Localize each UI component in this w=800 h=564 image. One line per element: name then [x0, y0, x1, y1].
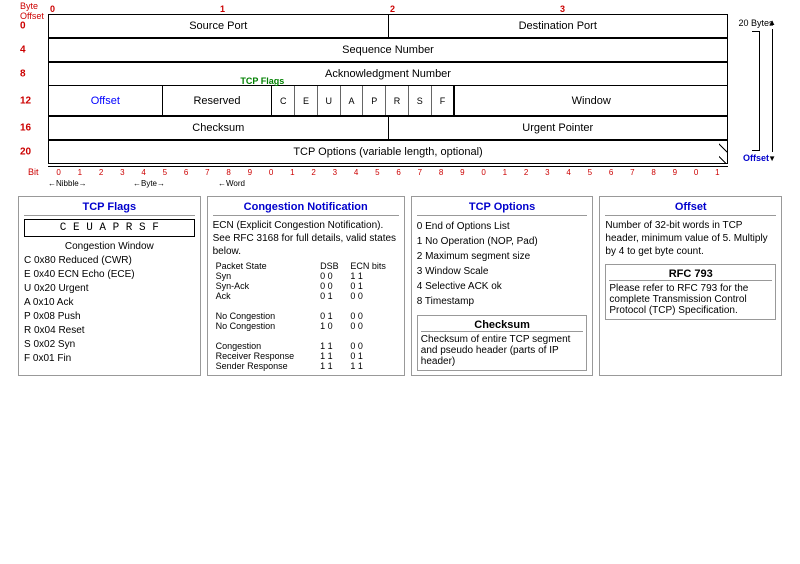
tcp-flags-panel: TCP Flags C E U A P R S F Congestion Win… — [18, 196, 201, 376]
rfc-title: RFC 793 — [609, 268, 772, 281]
checksum-cell: Checksum — [49, 117, 389, 139]
tcp-options-cell: TCP Options (variable length, optional) — [49, 141, 727, 163]
byte-offset-header: Byte Offset — [20, 2, 44, 22]
tcp-flags-display: C E U A P R S F — [24, 219, 195, 237]
tcp-flags-title: TCP Flags — [24, 201, 195, 216]
urgent-pointer-cell: Urgent Pointer — [389, 117, 728, 139]
checksum-sub-title: Checksum — [421, 319, 584, 332]
offset-8: 8 — [20, 69, 26, 80]
ack-number: Acknowledgment Number — [49, 63, 727, 85]
flags-list: C 0x80 Reduced (CWR) E 0x40 ECN Echo (EC… — [24, 254, 195, 366]
congestion-window-label: Congestion Window — [24, 241, 195, 252]
offset-20: 20 — [20, 147, 31, 158]
offset-16: 16 — [20, 123, 31, 134]
checksum-sub-desc: Checksum of entire TCP segment and pseud… — [421, 334, 584, 367]
col-0-label: 0 — [48, 4, 218, 14]
col-2-label: 2 — [388, 4, 558, 14]
flag-E: E — [295, 86, 318, 115]
congestion-panel: Congestion Notification ECN (Explicit Co… — [207, 196, 405, 376]
tcp-flags-diagram-label: TCP Flags — [240, 76, 284, 86]
flag-P: P — [363, 86, 386, 115]
nibble-byte-word-labels: ←Nibble→ ←Byte→ ←Word — [48, 178, 728, 188]
flag-A: A — [341, 86, 364, 115]
rfc-sub-panel: RFC 793 Please refer to RFC 793 for the … — [605, 264, 776, 320]
source-port: Source Port — [49, 15, 389, 37]
rfc-desc: Please refer to RFC 793 for the complete… — [609, 283, 772, 316]
congestion-title: Congestion Notification — [213, 201, 399, 216]
flag-S: S — [409, 86, 432, 115]
flag-R: R — [386, 86, 409, 115]
offset-panel-title: Offset — [605, 201, 776, 216]
checksum-sub-panel: Checksum Checksum of entire TCP segment … — [417, 315, 588, 371]
bit-offset-label: Bit — [28, 167, 39, 177]
congestion-table: Packet State DSB ECN bits Syn0 01 1 Syn-… — [213, 261, 399, 371]
tcp-options-title: TCP Options — [417, 201, 588, 216]
col-1-label: 1 — [218, 4, 388, 14]
col-3-label: 3 — [558, 4, 728, 14]
offset-panel: Offset Number of 32-bit words in TCP hea… — [599, 196, 782, 376]
window-cell: Window — [454, 86, 727, 115]
reserved-cell: Reserved — [163, 86, 273, 115]
tcp-options-panel: TCP Options 0 End of Options List 1 No O… — [411, 196, 594, 376]
offset-12: 12 — [20, 96, 31, 107]
seq-number: Sequence Number — [49, 39, 727, 61]
offset-4: 4 — [20, 45, 26, 56]
flag-F: F — [432, 86, 454, 115]
options-list: 0 End of Options List 1 No Operation (NO… — [417, 219, 588, 309]
offset-desc: Number of 32-bit words in TCP header, mi… — [605, 219, 776, 258]
offset-cell: Offset — [49, 86, 163, 115]
flag-C: C — [272, 86, 295, 115]
dest-port: Destination Port — [389, 15, 728, 37]
offset-0: 0 — [20, 21, 26, 32]
bit-ruler: 0 1 2 3 4 5 6 7 8 9 0 1 2 3 4 5 6 7 8 9 — [48, 166, 728, 177]
congestion-desc: ECN (Explicit Congestion Notification). … — [213, 219, 399, 258]
flag-U: U — [318, 86, 341, 115]
